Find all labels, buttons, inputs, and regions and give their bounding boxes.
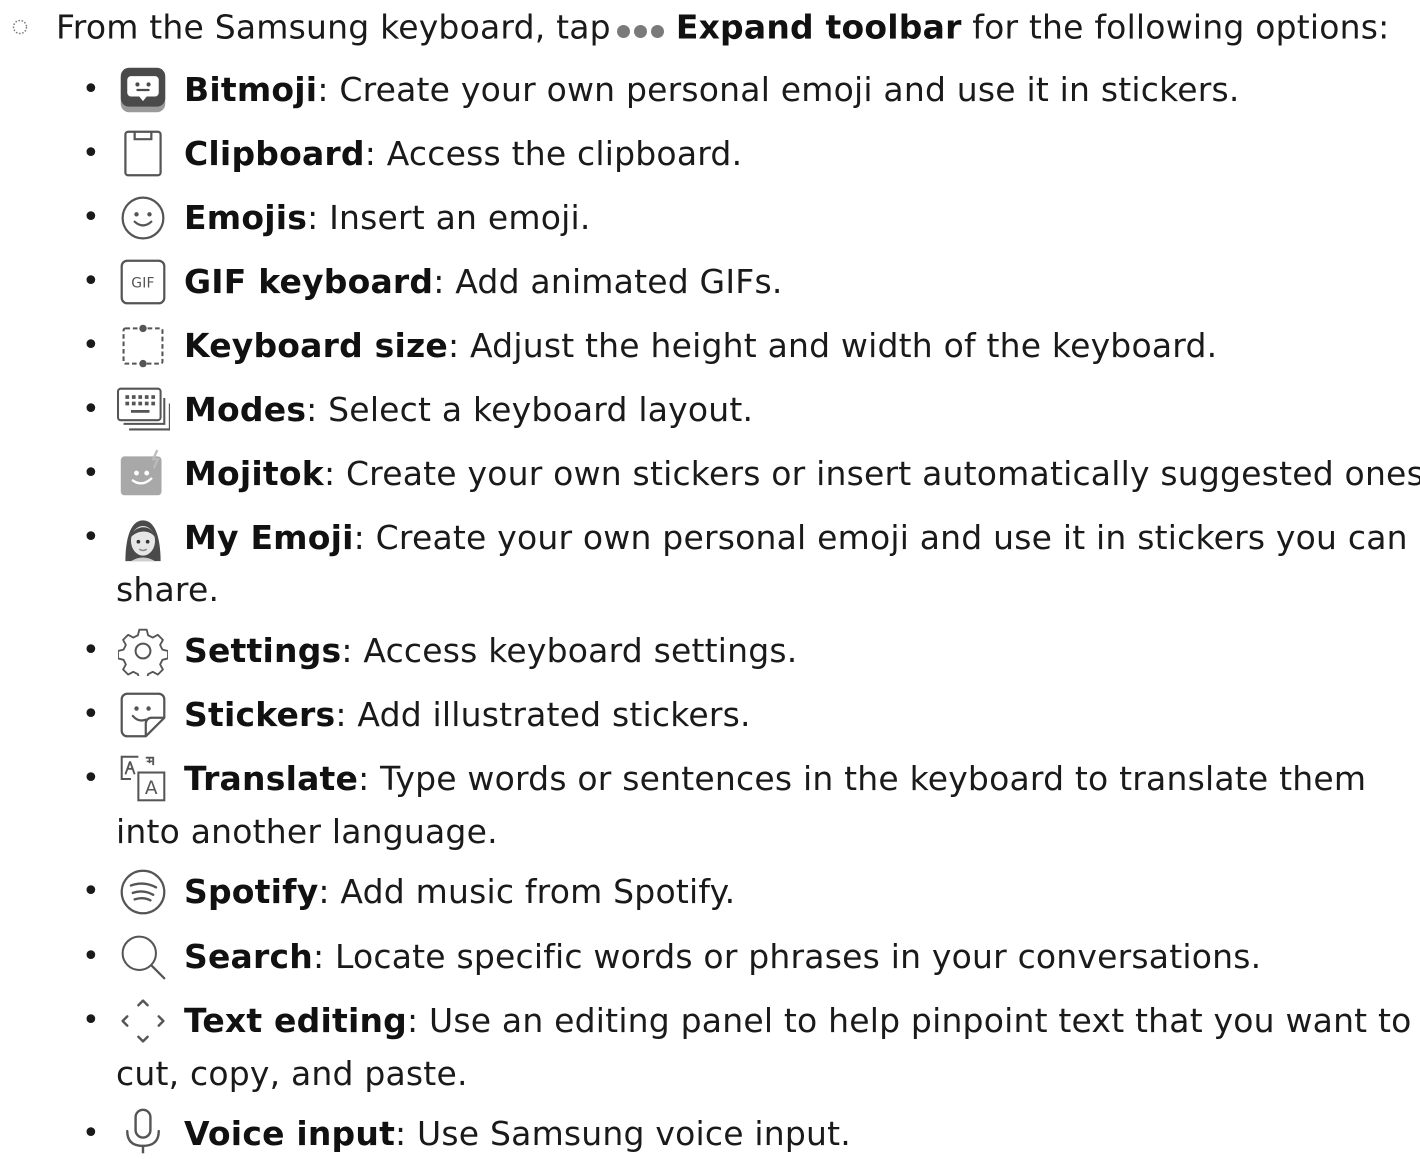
intro-bold: Expand toolbar (675, 7, 962, 47)
bullet: • (82, 328, 100, 363)
item-text: GIF keyboard: Add animated GIFs. (184, 259, 783, 305)
item-text: Text editing: Use an editing panel to he… (184, 998, 1412, 1044)
keyboard-size-icon (116, 319, 170, 373)
item-name: GIF keyboard (184, 262, 434, 301)
item-desc: : Add music from Spotify. (318, 872, 736, 911)
item-name: Translate (184, 759, 359, 798)
item-text: Spotify: Add music from Spotify. (184, 869, 735, 915)
bullet: • (82, 1003, 100, 1038)
item-desc: : Add animated GIFs. (433, 262, 783, 301)
stickers-icon (116, 688, 170, 742)
item-text: Emojis: Insert an emoji. (184, 195, 591, 241)
bullet: • (82, 200, 100, 235)
item-desc: : Create your own personal emoji and use… (317, 70, 1240, 109)
item-text: Search: Locate specific words or phrases… (184, 934, 1261, 980)
item-name: Text editing (184, 1001, 407, 1040)
gif-icon: GIF (116, 255, 170, 309)
my-emoji-icon (116, 511, 170, 565)
intro-prefix: From the Samsung keyboard, tap (56, 7, 611, 47)
clipboard-icon (116, 127, 170, 181)
item-text: Stickers: Add illustrated stickers. (184, 692, 751, 738)
bullet: • (82, 520, 100, 555)
item-text: Translate: Type words or sentences in th… (184, 756, 1366, 802)
item-name: Modes (184, 390, 307, 429)
settings-icon (116, 624, 170, 678)
item-name: Bitmoji (184, 70, 318, 109)
dots-icon (616, 4, 668, 50)
search-icon (116, 930, 170, 984)
item-desc: : Use Samsung voice input. (395, 1114, 851, 1153)
bullet: • (82, 633, 100, 668)
item-text: My Emoji: Create your own personal emoji… (184, 515, 1408, 561)
bullet: • (82, 136, 100, 171)
item-name: Emojis (184, 198, 308, 237)
item-text-continued: into another language. (116, 812, 498, 851)
intro-step: From the Samsung keyboard, tap Expand too… (0, 4, 1420, 50)
item-text: Modes: Select a keyboard layout. (184, 387, 753, 433)
bullet: • (82, 72, 100, 107)
bullet: • (82, 939, 100, 974)
item-name: Search (184, 937, 313, 976)
translate-icon: A (116, 752, 170, 806)
translate-icon-label: A (145, 778, 158, 799)
item-desc: : Adjust the height and width of the key… (447, 326, 1218, 365)
item-desc: : Access the clipboard. (364, 134, 743, 173)
item-text-continued: cut, copy, and paste. (116, 1054, 468, 1093)
item-text: Mojitok: Create your own stickers or ins… (184, 451, 1420, 497)
item-text: Keyboard size: Adjust the height and wid… (184, 323, 1217, 369)
item-name: Keyboard size (184, 326, 448, 365)
bullet: • (82, 392, 100, 427)
intro-text: From the Samsung keyboard, tap Expand too… (56, 4, 1389, 54)
item-name: Clipboard (184, 134, 365, 173)
item-desc: : Create your own stickers or insert aut… (323, 454, 1420, 493)
spotify-icon (116, 865, 170, 919)
item-desc: : Locate specific words or phrases in yo… (312, 937, 1262, 976)
modes-icon (116, 383, 170, 437)
item-name: Mojitok (184, 454, 324, 493)
text-editing-icon (116, 994, 170, 1048)
bullet: • (82, 874, 100, 909)
intro-suffix: for the following options: (972, 7, 1390, 47)
item-name: My Emoji (184, 518, 354, 557)
item-desc: : Select a keyboard layout. (306, 390, 754, 429)
item-name: Voice input (184, 1114, 396, 1153)
item-desc: : Create your own personal emoji and use… (353, 518, 1408, 557)
emoji-icon (116, 191, 170, 245)
mojitok-icon (116, 447, 170, 501)
voice-input-icon (116, 1105, 170, 1159)
item-desc: : Access keyboard settings. (341, 631, 798, 670)
item-desc: : Type words or sentences in the keyboar… (358, 759, 1367, 798)
bullet: • (82, 1116, 100, 1151)
item-text: Clipboard: Access the clipboard. (184, 131, 742, 177)
item-name: Spotify (184, 872, 319, 911)
item-text: Bitmoji: Create your own personal emoji … (184, 67, 1240, 113)
bullet: • (82, 456, 100, 491)
item-text: Voice input: Use Samsung voice input. (184, 1111, 851, 1157)
bullet: • (82, 697, 100, 732)
item-desc: : Insert an emoji. (307, 198, 591, 237)
item-desc: : Use an editing panel to help pinpoint … (406, 1001, 1412, 1040)
bullet: • (82, 761, 100, 796)
gif-icon-label: GIF (131, 276, 154, 292)
item-text: Settings: Access keyboard settings. (184, 628, 797, 674)
bullet: • (82, 264, 100, 299)
bitmoji-icon (116, 63, 170, 117)
step-circle-icon (12, 19, 28, 35)
item-text-continued: share. (116, 570, 220, 609)
item-name: Stickers (184, 695, 336, 734)
item-desc: : Add illustrated stickers. (335, 695, 751, 734)
item-name: Settings (184, 631, 342, 670)
